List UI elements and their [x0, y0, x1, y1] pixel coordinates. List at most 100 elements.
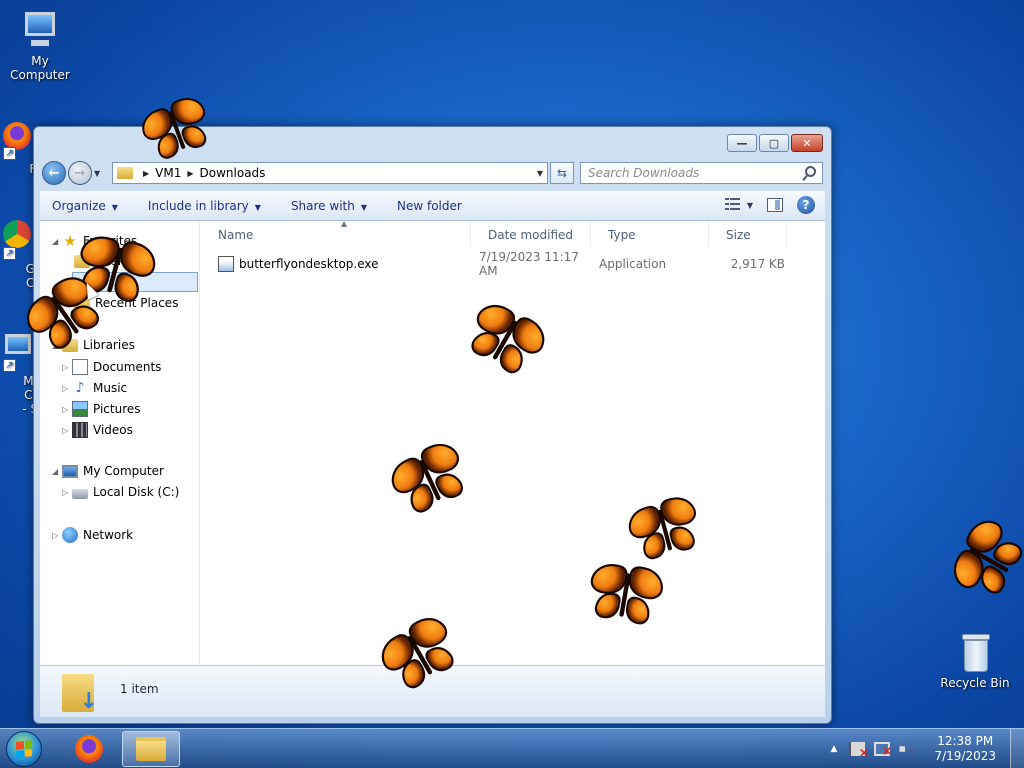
organize-button[interactable]: Organize ▼: [52, 199, 118, 213]
music-note-icon: ♪: [75, 380, 85, 396]
tree-label: Network: [83, 528, 134, 542]
file-type: Application: [599, 257, 667, 271]
column-header-name[interactable]: Name: [201, 221, 471, 247]
network-status-icon[interactable]: [874, 742, 892, 759]
application-exe-icon: [218, 256, 234, 272]
chrome-icon: ↗: [0, 218, 31, 260]
column-header-date-modified[interactable]: Date modified: [471, 221, 591, 247]
collapsed-arrow-icon[interactable]: ▷: [62, 384, 72, 393]
collapsed-arrow-icon[interactable]: ▷: [62, 488, 72, 497]
butterfly-sprite: [941, 510, 1024, 610]
pictures-icon: [72, 401, 88, 417]
change-view-icon[interactable]: [724, 198, 741, 212]
shortcut-arrow-icon: ↗: [3, 147, 16, 160]
file-date-modified: 7/19/2023 11:17 AM: [479, 250, 579, 278]
computer-icon: [19, 10, 61, 52]
downloads-folder-icon: [62, 674, 98, 714]
file-name: butterflyondesktop.exe: [239, 257, 379, 271]
forward-arrow-icon[interactable]: →: [68, 161, 92, 185]
maximize-button[interactable]: ▢: [759, 134, 789, 152]
back-arrow-icon[interactable]: ←: [42, 161, 66, 185]
tree-label: Music: [93, 381, 128, 395]
help-icon[interactable]: ?: [797, 196, 815, 214]
show-desktop-button[interactable]: [1010, 729, 1024, 768]
breadcrumb-downloads[interactable]: Downloads: [200, 166, 266, 180]
chevron-right-icon[interactable]: ▶: [143, 169, 149, 178]
minimize-button[interactable]: —: [727, 134, 757, 152]
search-icon[interactable]: [805, 166, 816, 177]
collapsed-arrow-icon[interactable]: ▷: [52, 531, 62, 540]
recent-pages-dropdown-icon[interactable]: ▼: [94, 169, 106, 178]
tree-pictures[interactable]: ▷ Pictures: [62, 401, 141, 417]
clock-time: 12:38 PM: [937, 734, 994, 748]
recycle-bin-icon: [954, 632, 996, 674]
documents-icon: [72, 359, 88, 375]
system-tray: ▲ 12:38 PM 7/19/2023: [831, 729, 1024, 768]
search-input[interactable]: Search Downloads: [580, 162, 823, 184]
chevron-down-icon[interactable]: ▼: [537, 169, 543, 178]
tree-label: My Computer: [83, 464, 164, 478]
new-folder-button[interactable]: New folder: [397, 199, 462, 213]
tree-label: Local Disk (C:): [93, 485, 180, 499]
close-button[interactable]: ✕: [791, 134, 823, 152]
collapsed-arrow-icon[interactable]: ▷: [62, 405, 72, 414]
chevron-down-icon: ▼: [111, 202, 118, 212]
taskbar-clock[interactable]: 12:38 PM 7/19/2023: [934, 734, 996, 764]
include-in-library-button[interactable]: Include in library ▼: [148, 199, 261, 213]
item-count: 1 item: [120, 682, 159, 696]
file-row[interactable]: butterflyondesktop.exe 7/19/2023 11:17 A…: [201, 250, 825, 278]
shortcut-arrow-icon: ↗: [3, 359, 16, 372]
tree-label: Libraries: [83, 338, 135, 352]
collapsed-arrow-icon[interactable]: ▷: [62, 426, 72, 435]
desktop-icon-label: My Computer: [10, 54, 70, 82]
share-with-label: Share with: [290, 198, 355, 213]
computer-icon: ↗: [0, 330, 31, 372]
tree-local-disk[interactable]: ▷ Local Disk (C:): [62, 485, 179, 499]
tree-videos[interactable]: ▷ Videos: [62, 422, 133, 438]
tree-network[interactable]: ▷ Network: [52, 527, 133, 543]
chevron-right-icon[interactable]: ▶: [187, 169, 193, 178]
start-button[interactable]: [6, 731, 42, 767]
taskbar-explorer-button[interactable]: [122, 731, 180, 767]
command-bar: Organize ▼ Include in library ▼ Share with…: [40, 191, 825, 221]
folder-icon: [117, 167, 133, 179]
column-headers: ▲ Name Date modified Type Size: [201, 219, 825, 247]
tree-music[interactable]: ▷ ♪ Music: [62, 380, 127, 396]
organize-label: Organize: [52, 198, 106, 213]
action-center-flag-icon[interactable]: [849, 742, 869, 761]
file-size: 2,917 KB: [730, 257, 785, 271]
expand-arrow-icon[interactable]: ◢: [52, 237, 62, 246]
shortcut-arrow-icon: ↗: [3, 247, 16, 260]
volume-muted-icon[interactable]: [899, 742, 913, 756]
address-bar[interactable]: ▶ VM1 ▶ Downloads ▼: [112, 162, 548, 184]
expand-arrow-icon[interactable]: ◢: [52, 467, 62, 476]
hard-disk-icon: [72, 489, 88, 499]
star-icon: ★: [63, 232, 77, 250]
explorer-folder-icon: [136, 737, 166, 761]
network-globe-icon: [62, 527, 78, 543]
tree-label: Documents: [93, 360, 162, 374]
desktop-icon-my-computer[interactable]: My Computer: [0, 10, 80, 82]
taskbar-firefox-button[interactable]: [60, 731, 118, 767]
tree-my-computer[interactable]: ◢ My Computer: [52, 464, 164, 478]
taskbar: ▲ 12:38 PM 7/19/2023: [0, 728, 1024, 768]
refresh-icon[interactable]: ⇆: [550, 162, 574, 184]
windows-logo-icon: [16, 740, 32, 758]
collapsed-arrow-icon[interactable]: ▷: [62, 363, 72, 372]
desktop-icon-recycle-bin[interactable]: Recycle Bin: [935, 632, 1015, 690]
column-header-type[interactable]: Type: [591, 221, 709, 247]
column-header-size[interactable]: Size: [709, 221, 787, 247]
preview-pane-icon[interactable]: [767, 198, 783, 212]
tree-documents[interactable]: ▷ Documents: [62, 359, 161, 375]
file-list-pane[interactable]: ▲ Name Date modified Type Size butterfly…: [201, 219, 825, 665]
share-with-button[interactable]: Share with ▼: [291, 199, 367, 213]
chevron-down-icon: ▼: [360, 202, 367, 212]
clock-date: 7/19/2023: [934, 749, 996, 763]
tree-label: Pictures: [93, 402, 141, 416]
firefox-icon: [75, 735, 103, 763]
chevron-down-icon[interactable]: ▼: [747, 201, 753, 210]
firefox-icon: ↗: [0, 118, 31, 160]
include-in-library-label: Include in library: [147, 198, 249, 213]
show-hidden-icons-icon[interactable]: ▲: [831, 744, 838, 754]
videos-film-icon: [72, 422, 88, 438]
